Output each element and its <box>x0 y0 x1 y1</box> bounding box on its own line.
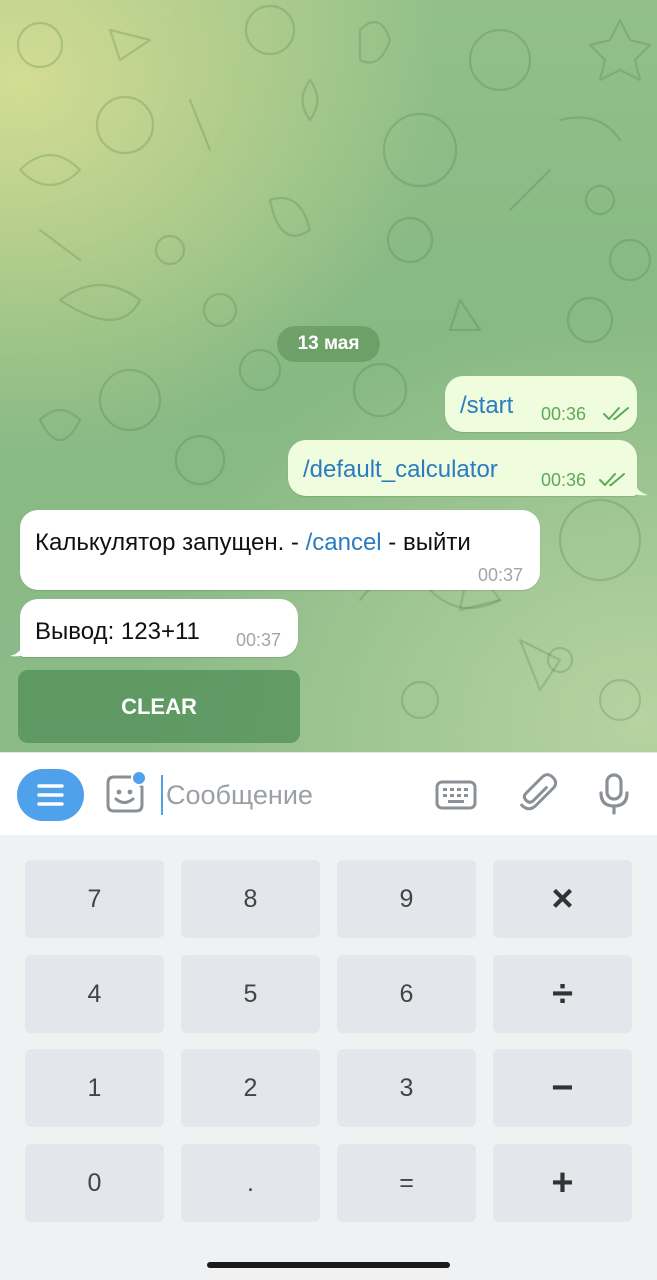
voice-record-button[interactable] <box>594 771 634 817</box>
bot-keyboard: 7 8 9 × 4 5 6 ÷ 1 2 3 − 0 . = + <box>0 835 657 1280</box>
key-plus[interactable]: + <box>493 1144 632 1222</box>
keyboard-toggle-button[interactable] <box>434 775 478 815</box>
bubble-tail <box>10 641 24 657</box>
key-3[interactable]: 3 <box>337 1049 476 1127</box>
date-separator: 13 мая <box>277 326 380 362</box>
key-multiply[interactable]: × <box>493 860 632 938</box>
bubble-tail <box>634 480 648 496</box>
attach-button[interactable] <box>515 771 559 817</box>
sticker-icon <box>106 770 147 813</box>
command-link[interactable]: /default_calculator <box>303 456 498 483</box>
key-0[interactable]: 0 <box>25 1144 164 1222</box>
key-8[interactable]: 8 <box>181 860 320 938</box>
keyboard-icon <box>435 780 477 810</box>
message-text[interactable]: /default_calculator <box>303 456 498 484</box>
key-4[interactable]: 4 <box>25 955 164 1033</box>
message-input-bar <box>0 752 657 836</box>
message-text[interactable]: /start <box>460 392 513 420</box>
clear-inline-button[interactable]: CLEAR <box>18 670 300 743</box>
command-link[interactable]: /start <box>460 392 513 419</box>
key-6[interactable]: 6 <box>337 955 476 1033</box>
double-check-icon <box>603 407 629 420</box>
key-divide[interactable]: ÷ <box>493 955 632 1033</box>
message-input[interactable] <box>161 775 426 815</box>
key-9[interactable]: 9 <box>337 860 476 938</box>
message-time: 00:36 <box>541 470 587 490</box>
key-dot[interactable]: . <box>181 1144 320 1222</box>
bot-menu-button[interactable] <box>17 769 84 821</box>
paperclip-icon <box>520 773 558 811</box>
key-5[interactable]: 5 <box>181 955 320 1033</box>
chat-area: 13 мая /start 00:36 /default_calculator … <box>0 0 657 752</box>
outgoing-message[interactable]: /start 00:36 <box>445 376 637 432</box>
message-time: 00:37 <box>236 630 282 650</box>
microphone-icon <box>599 773 629 815</box>
message-text: Калькулятор запущен. - /cancel - выйти <box>35 529 471 556</box>
message-time: 00:36 <box>541 404 587 424</box>
menu-icon <box>37 784 64 806</box>
incoming-message[interactable]: Вывод: 123+11 00:37 <box>20 599 298 657</box>
key-2[interactable]: 2 <box>181 1049 320 1127</box>
key-1[interactable]: 1 <box>25 1049 164 1127</box>
double-check-icon <box>599 473 625 486</box>
cancel-link[interactable]: /cancel <box>306 529 382 556</box>
key-7[interactable]: 7 <box>25 860 164 938</box>
sticker-button[interactable] <box>102 770 148 817</box>
key-equals[interactable]: = <box>337 1144 476 1222</box>
message-text: Вывод: 123+11 <box>35 618 200 645</box>
key-minus[interactable]: − <box>493 1049 632 1127</box>
message-time: 00:37 <box>478 565 524 585</box>
outgoing-message[interactable]: /default_calculator 00:36 <box>288 440 637 496</box>
incoming-message[interactable]: Калькулятор запущен. - /cancel - выйти 0… <box>20 510 540 590</box>
home-indicator[interactable] <box>207 1262 450 1268</box>
